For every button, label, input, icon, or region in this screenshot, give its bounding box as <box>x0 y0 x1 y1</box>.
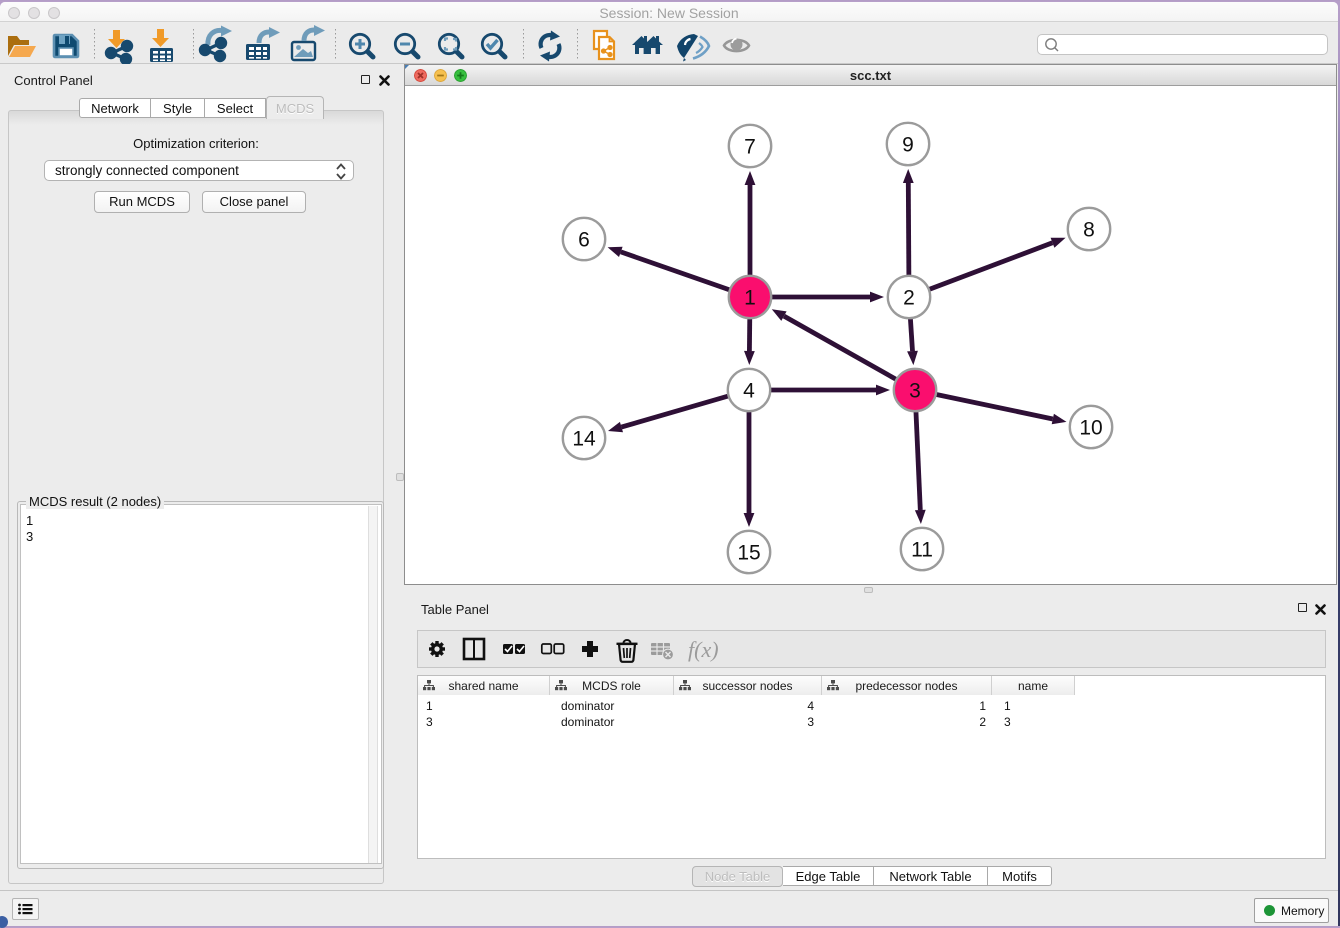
svg-text:9: 9 <box>902 134 914 157</box>
svg-text:7: 7 <box>744 136 756 159</box>
svg-text:8: 8 <box>1083 219 1095 242</box>
svg-text:14: 14 <box>572 428 596 451</box>
svg-text:1: 1 <box>744 287 756 310</box>
svg-text:11: 11 <box>911 539 933 562</box>
svg-text:2: 2 <box>903 287 915 310</box>
svg-text:4: 4 <box>743 380 755 403</box>
svg-text:10: 10 <box>1079 417 1102 440</box>
svg-text:3: 3 <box>909 380 921 403</box>
svg-text:15: 15 <box>737 542 760 565</box>
svg-text:6: 6 <box>578 229 590 252</box>
svg-text:f(x): f(x) <box>688 637 719 662</box>
